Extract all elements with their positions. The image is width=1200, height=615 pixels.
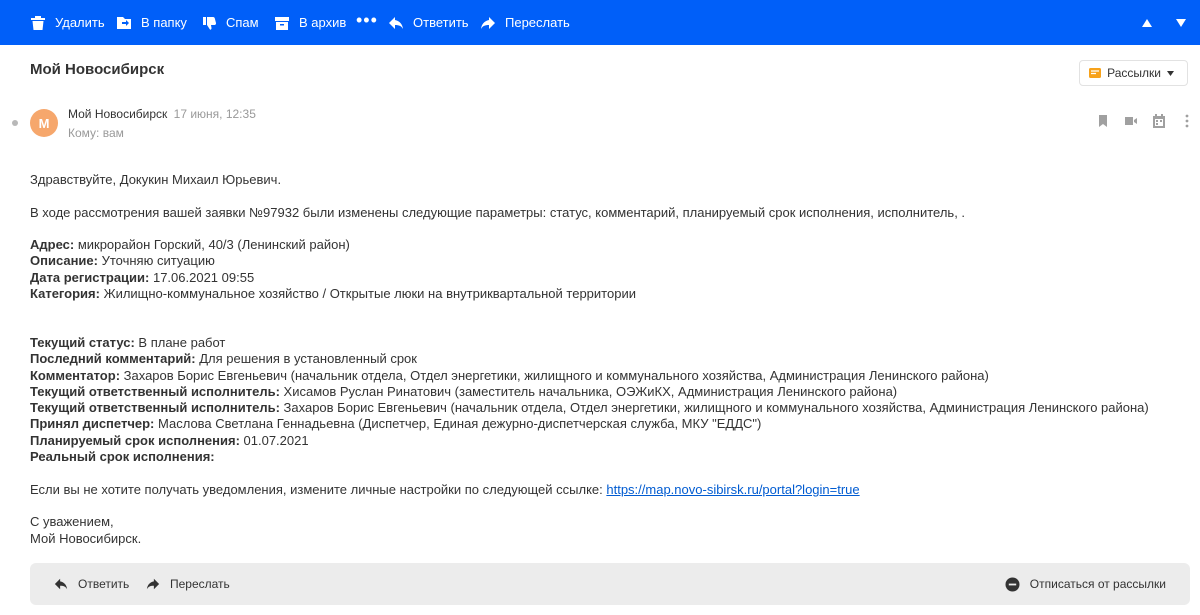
field-label: Принял диспетчер: <box>30 416 155 432</box>
intro-text: В ходе рассмотрения вашей заявки №97932 … <box>30 204 966 220</box>
field-value: 01.07.2021 <box>239 432 309 448</box>
forward-icon <box>146 578 160 590</box>
calendar-icon[interactable] <box>1152 114 1166 128</box>
newsletters-button[interactable]: Рассылки <box>1079 60 1188 86</box>
message-date: 17 июня, 12:35 <box>173 107 256 121</box>
field-label: Последний комментарий: <box>30 351 196 367</box>
field-value: 17.06.2021 09:55 <box>149 269 255 285</box>
field-label: Реальный срок исполнения: <box>30 449 215 465</box>
field-value: Маслова Светлана Геннадьевна (Диспетчер,… <box>154 416 762 432</box>
video-call-icon[interactable] <box>1124 114 1138 128</box>
field-label: Комментатор: <box>30 367 121 383</box>
avatar[interactable]: М <box>30 109 58 137</box>
field-label: Текущий статус: <box>30 334 135 350</box>
spam-button[interactable]: Спам <box>201 0 259 45</box>
footer-forward-label: Переслать <box>170 577 230 591</box>
move-to-folder-label: В папку <box>141 15 187 30</box>
field-row: Реальный срок исполнения: <box>30 449 1190 465</box>
delete-label: Удалить <box>55 15 105 30</box>
field-label: Адрес: <box>30 237 75 253</box>
field-row: Планируемый срок исполнения: 01.07.2021 <box>30 433 1190 449</box>
field-row: Принял диспетчер: Маслова Светлана Генна… <box>30 416 1190 432</box>
field-label: Описание: <box>30 253 98 269</box>
field-value: микрорайон Горский, 40/3 (Ленинский райо… <box>74 237 350 253</box>
archive-button[interactable]: В архив <box>274 0 346 45</box>
message-body: Здравствуйте, Докукин Михаил Юрьевич. В … <box>30 172 1190 547</box>
next-message-icon[interactable] <box>1176 18 1186 27</box>
field-value: Хисамов Руслан Ринатович (заместитель на… <box>279 383 898 399</box>
field-row: Описание: Уточняю ситуацию <box>30 253 1190 269</box>
top-toolbar: Удалить В папку Спам В архив ••• Ответит… <box>0 0 1200 45</box>
reply-label: Ответить <box>413 15 469 30</box>
forward-icon <box>481 16 495 29</box>
chevron-down-icon <box>1167 70 1174 76</box>
bottom-action-bar: Ответить Переслать Отписаться от рассылк… <box>30 563 1190 605</box>
previous-message-icon[interactable] <box>1142 18 1152 27</box>
field-value: Захаров Борис Евгеньевич (начальник отде… <box>120 367 989 383</box>
message-navigation <box>1142 0 1186 45</box>
field-row: Комментатор: Захаров Борис Евгеньевич (н… <box>30 368 1190 384</box>
signature-text: Мой Новосибирск. <box>30 530 142 546</box>
more-dots-icon: ••• <box>356 9 378 30</box>
field-row: Адрес: микрорайон Горский, 40/3 (Ленинск… <box>30 237 1190 253</box>
field-value: В плане работ <box>134 334 226 350</box>
archive-label: В архив <box>299 15 347 30</box>
minus-circle-icon <box>1005 577 1020 591</box>
field-label: Категория: <box>30 286 100 302</box>
footer-reply-button[interactable]: Ответить <box>54 577 129 591</box>
archive-icon <box>275 16 289 30</box>
field-row: Текущий ответственный исполнитель: Хисам… <box>30 384 1190 400</box>
regards-text: С уважением, <box>30 514 114 530</box>
unsubscribe-button[interactable]: Отписаться от рассылки <box>1005 563 1166 605</box>
reply-button[interactable]: Ответить <box>388 0 469 45</box>
field-row: Последний комментарий: Для решения в уст… <box>30 351 1190 367</box>
trash-icon <box>31 15 45 30</box>
more-vertical-icon[interactable] <box>1180 114 1194 128</box>
folder-move-icon <box>117 16 131 29</box>
field-row: Текущий ответственный исполнитель: Захар… <box>30 400 1190 416</box>
unread-indicator[interactable] <box>12 120 18 126</box>
reply-icon <box>389 16 403 29</box>
reply-icon <box>54 578 68 590</box>
newsletter-icon <box>1089 68 1102 78</box>
bookmark-icon[interactable] <box>1096 114 1110 128</box>
settings-link[interactable]: https://map.novo-sibirsk.ru/portal?login… <box>606 482 859 497</box>
more-button[interactable]: ••• <box>356 0 378 45</box>
unsubscribe-paragraph: Если вы не хотите получать уведомления, … <box>30 482 1190 498</box>
unsubscribe-text: Если вы не хотите получать уведомления, … <box>30 481 607 497</box>
greeting: Здравствуйте, Докукин Михаил Юрьевич. <box>30 172 282 187</box>
delete-button[interactable]: Удалить <box>30 0 105 45</box>
field-value: Захаров Борис Евгеньевич (начальник отде… <box>279 400 1149 416</box>
forward-button[interactable]: Переслать <box>480 0 570 45</box>
newsletters-label: Рассылки <box>1107 66 1161 80</box>
move-to-folder-button[interactable]: В папку <box>116 0 187 45</box>
field-value: Уточняю ситуацию <box>97 253 215 269</box>
message-actions <box>1096 114 1194 128</box>
field-label: Текущий ответственный исполнитель: <box>30 383 280 399</box>
field-label: Планируемый срок исполнения: <box>30 432 240 448</box>
sender-line: Мой Новосибирск 17 июня, 12:35 <box>68 107 256 121</box>
unsubscribe-label: Отписаться от рассылки <box>1029 577 1166 591</box>
sender-name[interactable]: Мой Новосибирск <box>68 107 167 121</box>
recipient-line: Кому: вам <box>68 126 124 140</box>
field-label: Дата регистрации: <box>30 269 150 285</box>
forward-label: Переслать <box>505 15 570 30</box>
field-value: Жилищно-коммунальное хозяйство / Открыты… <box>99 286 636 302</box>
field-row: Текущий статус: В плане работ <box>30 335 1190 351</box>
field-row: Категория: Жилищно-коммунальное хозяйств… <box>30 286 1190 302</box>
footer-forward-button[interactable]: Переслать <box>146 577 230 591</box>
message-subject: Мой Новосибирск <box>30 61 165 78</box>
spam-label: Спам <box>226 15 259 30</box>
footer-reply-label: Ответить <box>78 577 130 591</box>
field-row: Дата регистрации: 17.06.2021 09:55 <box>30 270 1190 286</box>
thumb-down-icon <box>203 16 217 30</box>
field-label: Текущий ответственный исполнитель: <box>30 400 280 416</box>
field-value: Для решения в установленный срок <box>195 351 417 367</box>
